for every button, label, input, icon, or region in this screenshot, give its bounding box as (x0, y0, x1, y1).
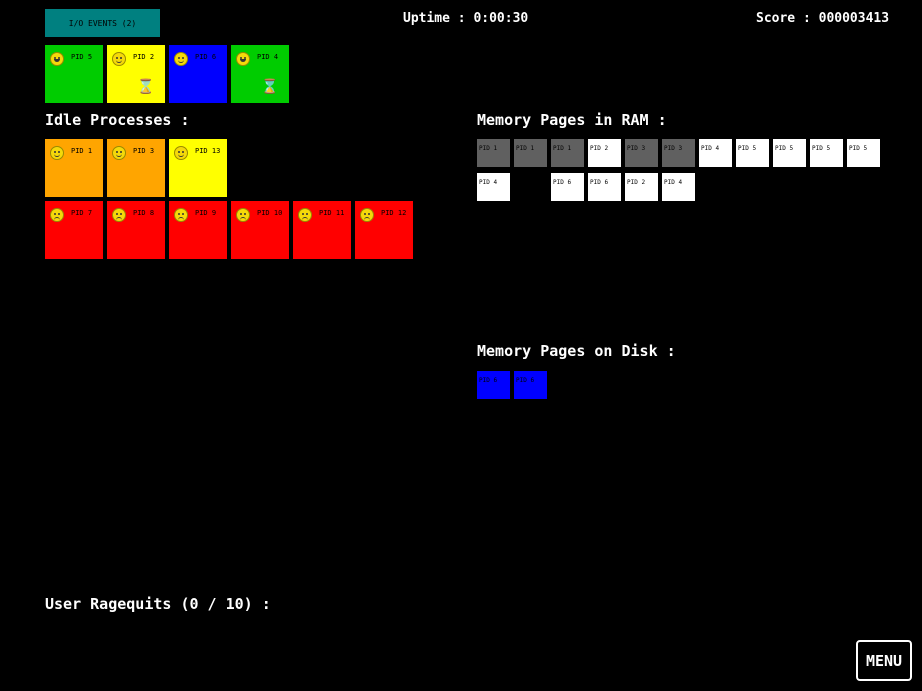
happy-face-icon (50, 52, 64, 66)
memory-page[interactable]: PID 3 (662, 139, 695, 167)
process-pid-label: PID 10 (257, 209, 283, 217)
process-card[interactable]: PID 12 (355, 201, 413, 259)
memory-page[interactable]: PID 5 (773, 139, 806, 167)
process-card[interactable]: PID 6 (169, 45, 227, 103)
process-pid-label: PID 1 (71, 147, 93, 155)
process-card[interactable]: PID 3 (107, 139, 165, 197)
process-card[interactable]: PID 4 ⌛ (231, 45, 289, 103)
memory-page[interactable]: PID 1 (514, 139, 547, 167)
memory-page[interactable]: PID 6 (477, 371, 510, 399)
neutral-face-icon (174, 52, 188, 66)
uptime-display: Uptime : 0:00:30 (403, 11, 529, 26)
hourglass-icon: ⌛ (137, 79, 155, 95)
memory-page[interactable]: PID 1 (477, 139, 510, 167)
hourglass-icon: ⌛ (261, 79, 279, 95)
process-pid-label: PID 3 (133, 147, 155, 155)
neutral-face-icon (50, 146, 64, 160)
disk-pages-title: Memory Pages on Disk : (477, 342, 676, 360)
sad-face-icon (298, 208, 312, 222)
memory-page[interactable]: PID 4 (699, 139, 732, 167)
process-card[interactable]: PID 1 (45, 139, 103, 197)
neutral-face-icon (112, 146, 126, 160)
sad-face-icon (360, 208, 374, 222)
process-pid-label: PID 6 (195, 53, 217, 61)
user-ragequits-label: User Ragequits (0 / 10) : (45, 595, 271, 613)
process-pid-label: PID 4 (257, 53, 279, 61)
memory-page[interactable]: PID 6 (588, 173, 621, 201)
process-pid-label: PID 2 (133, 53, 155, 61)
sad-face-icon (174, 208, 188, 222)
memory-page[interactable]: PID 5 (736, 139, 769, 167)
happy-face-icon (236, 52, 250, 66)
memory-page[interactable]: PID 2 (588, 139, 621, 167)
memory-page[interactable]: PID 4 (662, 173, 695, 201)
idle-processes-title: Idle Processes : (45, 111, 190, 129)
io-events-button[interactable]: I/O EVENTS (2) (45, 9, 160, 37)
process-pid-label: PID 7 (71, 209, 93, 217)
score-display: Score : 000003413 (756, 11, 890, 26)
ram-pages-title: Memory Pages in RAM : (477, 111, 667, 129)
menu-button[interactable]: MENU (856, 640, 912, 681)
process-card[interactable]: PID 10 (231, 201, 289, 259)
memory-page[interactable]: PID 5 (810, 139, 843, 167)
process-pid-label: PID 13 (195, 147, 221, 155)
sad-face-icon (50, 208, 64, 222)
process-card[interactable]: PID 9 (169, 201, 227, 259)
memory-page[interactable]: PID 1 (551, 139, 584, 167)
process-pid-label: PID 5 (71, 53, 93, 61)
process-pid-label: PID 12 (381, 209, 407, 217)
neutral-face-icon (174, 146, 188, 160)
process-pid-label: PID 11 (319, 209, 345, 217)
process-card[interactable]: PID 5 (45, 45, 103, 103)
process-card[interactable]: PID 8 (107, 201, 165, 259)
process-card[interactable]: PID 2 ⌛ (107, 45, 165, 103)
process-card[interactable]: PID 13 (169, 139, 227, 197)
sad-face-icon (112, 208, 126, 222)
process-pid-label: PID 9 (195, 209, 217, 217)
memory-page[interactable]: PID 6 (551, 173, 584, 201)
process-pid-label: PID 8 (133, 209, 155, 217)
neutral-face-icon (112, 52, 126, 66)
memory-page[interactable]: PID 5 (847, 139, 880, 167)
memory-page[interactable]: PID 4 (477, 173, 510, 201)
memory-page[interactable]: PID 6 (514, 371, 547, 399)
memory-page[interactable]: PID 3 (625, 139, 658, 167)
process-card[interactable]: PID 11 (293, 201, 351, 259)
sad-face-icon (236, 208, 250, 222)
process-card[interactable]: PID 7 (45, 201, 103, 259)
memory-page[interactable]: PID 2 (625, 173, 658, 201)
